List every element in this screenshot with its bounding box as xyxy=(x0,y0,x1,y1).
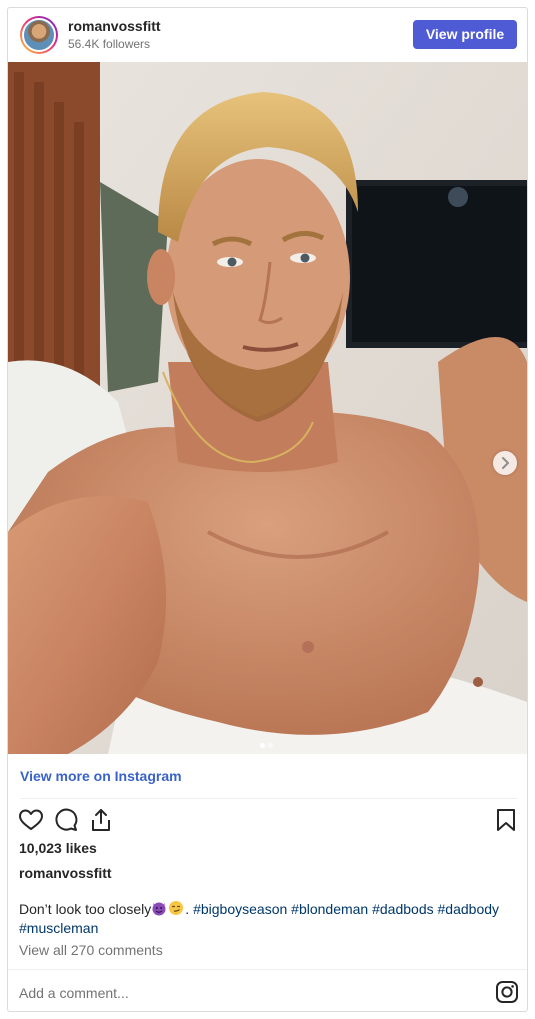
hashtag-link[interactable]: #dadbody xyxy=(438,901,500,917)
instagram-icon[interactable] xyxy=(495,980,519,1004)
hashtag-link[interactable]: #bigboyseason xyxy=(193,901,287,917)
smiling-imp-emoji xyxy=(152,902,166,916)
next-slide-button[interactable] xyxy=(493,451,517,475)
post-photo[interactable] xyxy=(8,62,527,754)
view-profile-button[interactable]: View profile xyxy=(413,20,517,49)
post-caption: Don’t look too closely. #bigboyseason #b… xyxy=(19,900,509,938)
post-photo-image xyxy=(8,62,527,754)
caption-punctuation: . xyxy=(185,901,190,917)
heart-icon[interactable] xyxy=(18,807,44,833)
follower-count: 56.4K followers xyxy=(68,37,151,51)
share-icon[interactable] xyxy=(88,807,114,833)
divider xyxy=(20,798,517,799)
caption-text: Don’t look too closely xyxy=(19,901,152,917)
carousel-dot xyxy=(268,743,273,748)
avatar[interactable] xyxy=(20,16,58,54)
comment-icon[interactable] xyxy=(53,807,79,833)
instagram-embed-card: romanvossfitt 56.4K followers View profi… xyxy=(7,7,528,1012)
add-comment-input[interactable]: Add a comment... xyxy=(19,985,129,1001)
header-username[interactable]: romanvossfitt xyxy=(68,18,161,34)
post-header: romanvossfitt 56.4K followers View profi… xyxy=(8,8,527,62)
hashtag-link[interactable]: #dadbods xyxy=(372,901,434,917)
bookmark-icon[interactable] xyxy=(493,807,519,833)
chevron-right-icon xyxy=(502,457,509,469)
caption-username[interactable]: romanvossfitt xyxy=(19,865,112,881)
avatar-image xyxy=(22,18,56,52)
carousel-dot-active xyxy=(260,743,265,748)
view-comments-link[interactable]: View all 270 comments xyxy=(19,942,163,958)
hashtag-link[interactable]: #muscleman xyxy=(19,920,98,936)
like-count[interactable]: 10,023 likes xyxy=(19,840,97,856)
divider xyxy=(8,969,527,970)
hashtag-link[interactable]: #blondeman xyxy=(291,901,368,917)
smirk-emoji xyxy=(169,901,184,915)
view-more-link[interactable]: View more on Instagram xyxy=(20,768,182,784)
